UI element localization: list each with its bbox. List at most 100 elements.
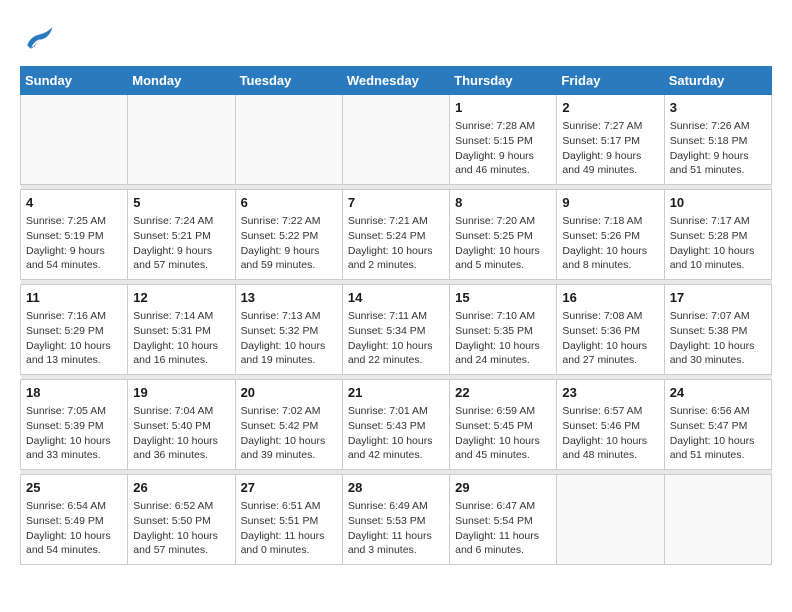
weekday-header-tuesday: Tuesday	[235, 67, 342, 95]
day-info: Sunrise: 7:18 AMSunset: 5:26 PMDaylight:…	[562, 214, 658, 273]
day-info: Sunrise: 6:54 AMSunset: 5:49 PMDaylight:…	[26, 499, 122, 558]
day-info: Sunrise: 7:10 AMSunset: 5:35 PMDaylight:…	[455, 309, 551, 368]
day-info: Sunrise: 7:16 AMSunset: 5:29 PMDaylight:…	[26, 309, 122, 368]
day-info: Sunrise: 7:07 AMSunset: 5:38 PMDaylight:…	[670, 309, 766, 368]
calendar-day-1: 1 Sunrise: 7:28 AMSunset: 5:15 PMDaylight…	[450, 95, 557, 185]
day-number: 5	[133, 194, 229, 212]
week-row-4: 18Sunrise: 7:05 AMSunset: 5:39 PMDayligh…	[21, 380, 772, 470]
day-info: Sunrise: 7:28 AMSunset: 5:15 PMDaylight:…	[455, 119, 551, 178]
day-number: 11	[26, 289, 122, 307]
calendar-day-16: 16 Sunrise: 7:08 AMSunset: 5:36 PMDayligh…	[557, 285, 664, 375]
weekday-header-saturday: Saturday	[664, 67, 771, 95]
calendar-table: SundayMondayTuesdayWednesdayThursdayFrid…	[20, 66, 772, 565]
day-info: Sunrise: 7:11 AMSunset: 5:34 PMDaylight:…	[348, 309, 444, 368]
calendar-day-25: 25Sunrise: 6:54 AMSunset: 5:49 PMDayligh…	[21, 475, 128, 565]
day-info: Sunrise: 6:47 AMSunset: 5:54 PMDaylight:…	[455, 499, 551, 558]
day-info: Sunrise: 7:04 AMSunset: 5:40 PMDaylight:…	[133, 404, 229, 463]
day-number: 28	[348, 479, 444, 497]
day-number: 27	[241, 479, 337, 497]
day-number: 18	[26, 384, 122, 402]
calendar-day-20: 20Sunrise: 7:02 AMSunset: 5:42 PMDayligh…	[235, 380, 342, 470]
calendar-day-4: 4 Sunrise: 7:25 AMSunset: 5:19 PMDaylight…	[21, 190, 128, 280]
weekday-header-sunday: Sunday	[21, 67, 128, 95]
week-row-2: 4 Sunrise: 7:25 AMSunset: 5:19 PMDaylight…	[21, 190, 772, 280]
logo	[20, 20, 62, 56]
day-number: 26	[133, 479, 229, 497]
day-info: Sunrise: 7:01 AMSunset: 5:43 PMDaylight:…	[348, 404, 444, 463]
day-info: Sunrise: 6:57 AMSunset: 5:46 PMDaylight:…	[562, 404, 658, 463]
calendar-day-11: 11 Sunrise: 7:16 AMSunset: 5:29 PMDayligh…	[21, 285, 128, 375]
calendar-day-24: 24 Sunrise: 6:56 AMSunset: 5:47 PMDayligh…	[664, 380, 771, 470]
calendar-day-3: 3Sunrise: 7:26 AMSunset: 5:18 PMDaylight…	[664, 95, 771, 185]
calendar-day-empty	[664, 475, 771, 565]
calendar-day-15: 15 Sunrise: 7:10 AMSunset: 5:35 PMDayligh…	[450, 285, 557, 375]
day-info: Sunrise: 7:14 AMSunset: 5:31 PMDaylight:…	[133, 309, 229, 368]
calendar-day-27: 27 Sunrise: 6:51 AMSunset: 5:51 PMDayligh…	[235, 475, 342, 565]
day-info: Sunrise: 7:20 AMSunset: 5:25 PMDaylight:…	[455, 214, 551, 273]
day-number: 29	[455, 479, 551, 497]
day-info: Sunrise: 6:51 AMSunset: 5:51 PMDaylight:…	[241, 499, 337, 558]
calendar-day-empty	[128, 95, 235, 185]
calendar-day-19: 19 Sunrise: 7:04 AMSunset: 5:40 PMDayligh…	[128, 380, 235, 470]
day-info: Sunrise: 6:59 AMSunset: 5:45 PMDaylight:…	[455, 404, 551, 463]
day-number: 10	[670, 194, 766, 212]
day-number: 3	[670, 99, 766, 117]
day-number: 4	[26, 194, 122, 212]
day-number: 13	[241, 289, 337, 307]
day-info: Sunrise: 7:22 AMSunset: 5:22 PMDaylight:…	[241, 214, 337, 273]
day-info: Sunrise: 7:24 AMSunset: 5:21 PMDaylight:…	[133, 214, 229, 273]
calendar-day-12: 12 Sunrise: 7:14 AMSunset: 5:31 PMDayligh…	[128, 285, 235, 375]
day-number: 16	[562, 289, 658, 307]
day-number: 12	[133, 289, 229, 307]
day-info: Sunrise: 7:27 AMSunset: 5:17 PMDaylight:…	[562, 119, 658, 178]
calendar-day-14: 14 Sunrise: 7:11 AMSunset: 5:34 PMDayligh…	[342, 285, 449, 375]
weekday-header-wednesday: Wednesday	[342, 67, 449, 95]
day-number: 17	[670, 289, 766, 307]
day-info: Sunrise: 7:13 AMSunset: 5:32 PMDaylight:…	[241, 309, 337, 368]
day-number: 20	[241, 384, 337, 402]
day-number: 8	[455, 194, 551, 212]
calendar-day-7: 7 Sunrise: 7:21 AMSunset: 5:24 PMDaylight…	[342, 190, 449, 280]
day-info: Sunrise: 6:49 AMSunset: 5:53 PMDaylight:…	[348, 499, 444, 558]
week-row-1: 1 Sunrise: 7:28 AMSunset: 5:15 PMDaylight…	[21, 95, 772, 185]
calendar-day-2: 2 Sunrise: 7:27 AMSunset: 5:17 PMDaylight…	[557, 95, 664, 185]
day-number: 2	[562, 99, 658, 117]
day-number: 22	[455, 384, 551, 402]
day-info: Sunrise: 7:21 AMSunset: 5:24 PMDaylight:…	[348, 214, 444, 273]
calendar-day-18: 18Sunrise: 7:05 AMSunset: 5:39 PMDayligh…	[21, 380, 128, 470]
day-info: Sunrise: 7:25 AMSunset: 5:19 PMDaylight:…	[26, 214, 122, 273]
day-number: 15	[455, 289, 551, 307]
calendar-day-9: 9 Sunrise: 7:18 AMSunset: 5:26 PMDaylight…	[557, 190, 664, 280]
calendar-day-26: 26 Sunrise: 6:52 AMSunset: 5:50 PMDayligh…	[128, 475, 235, 565]
calendar-day-empty	[342, 95, 449, 185]
page-header	[20, 20, 772, 56]
weekday-header-thursday: Thursday	[450, 67, 557, 95]
day-number: 19	[133, 384, 229, 402]
week-row-5: 25Sunrise: 6:54 AMSunset: 5:49 PMDayligh…	[21, 475, 772, 565]
day-info: Sunrise: 6:56 AMSunset: 5:47 PMDaylight:…	[670, 404, 766, 463]
calendar-day-13: 13 Sunrise: 7:13 AMSunset: 5:32 PMDayligh…	[235, 285, 342, 375]
day-number: 14	[348, 289, 444, 307]
day-number: 24	[670, 384, 766, 402]
logo-icon	[20, 20, 56, 56]
day-number: 6	[241, 194, 337, 212]
week-row-3: 11 Sunrise: 7:16 AMSunset: 5:29 PMDayligh…	[21, 285, 772, 375]
day-number: 7	[348, 194, 444, 212]
calendar-day-29: 29 Sunrise: 6:47 AMSunset: 5:54 PMDayligh…	[450, 475, 557, 565]
day-info: Sunrise: 7:17 AMSunset: 5:28 PMDaylight:…	[670, 214, 766, 273]
day-info: Sunrise: 7:08 AMSunset: 5:36 PMDaylight:…	[562, 309, 658, 368]
calendar-day-22: 22 Sunrise: 6:59 AMSunset: 5:45 PMDayligh…	[450, 380, 557, 470]
day-number: 1	[455, 99, 551, 117]
weekday-header-friday: Friday	[557, 67, 664, 95]
calendar-day-28: 28 Sunrise: 6:49 AMSunset: 5:53 PMDayligh…	[342, 475, 449, 565]
calendar-day-23: 23 Sunrise: 6:57 AMSunset: 5:46 PMDayligh…	[557, 380, 664, 470]
calendar-day-10: 10 Sunrise: 7:17 AMSunset: 5:28 PMDayligh…	[664, 190, 771, 280]
weekday-header-monday: Monday	[128, 67, 235, 95]
day-number: 9	[562, 194, 658, 212]
calendar-day-empty	[557, 475, 664, 565]
day-number: 23	[562, 384, 658, 402]
day-info: Sunrise: 6:52 AMSunset: 5:50 PMDaylight:…	[133, 499, 229, 558]
calendar-day-5: 5 Sunrise: 7:24 AMSunset: 5:21 PMDaylight…	[128, 190, 235, 280]
weekday-header-row: SundayMondayTuesdayWednesdayThursdayFrid…	[21, 67, 772, 95]
calendar-day-17: 17 Sunrise: 7:07 AMSunset: 5:38 PMDayligh…	[664, 285, 771, 375]
